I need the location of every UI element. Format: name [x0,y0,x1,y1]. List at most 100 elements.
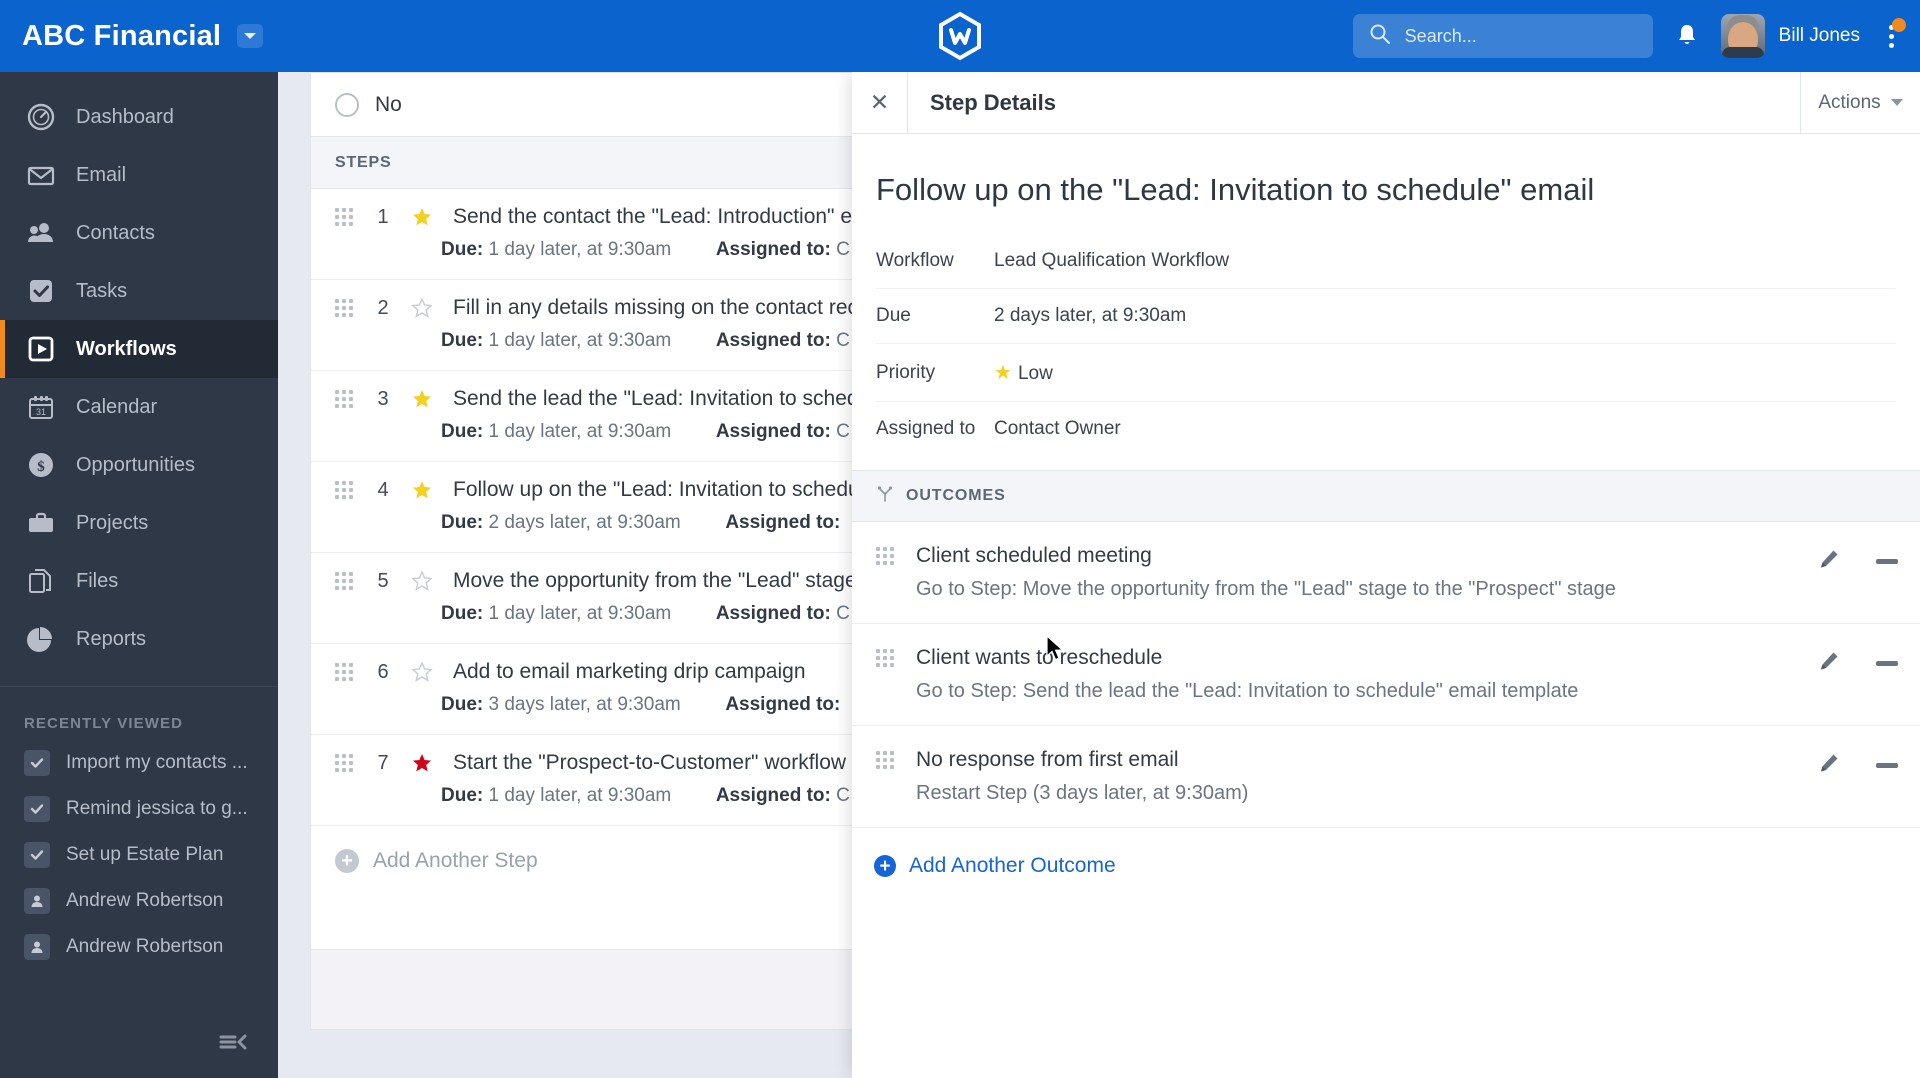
step-number: 6 [377,660,389,683]
sidebar-item-label: Contacts [76,221,155,244]
minus-icon[interactable] [1876,763,1898,768]
drag-handle-icon[interactable] [335,299,357,317]
drag-handle-icon[interactable] [335,208,357,226]
star-filled-icon[interactable] [409,206,435,228]
step-title: Start the "Prospect-to-Customer" workflo… [453,751,847,774]
recent-item-estate-plan[interactable]: Set up Estate Plan [0,832,278,878]
sidebar-item-projects[interactable]: Projects [0,494,278,552]
bell-icon[interactable] [1671,18,1703,54]
sidebar-item-tasks[interactable]: Tasks [0,262,278,320]
page-title: Step Details [930,89,1056,115]
star-outline-icon[interactable] [409,297,435,319]
step-number: 2 [377,296,389,319]
recent-item-import-contacts[interactable]: Import my contacts ... [0,740,278,786]
drag-handle-icon[interactable] [876,649,898,667]
drag-handle-icon[interactable] [335,754,357,772]
due-value: 1 day later, at 9:30am [488,330,672,351]
minus-icon[interactable] [1876,559,1898,564]
outcome-subtitle: Restart Step (3 days later, at 9:30am) [916,782,1249,804]
sidebar-item-files[interactable]: Files [0,552,278,610]
due-value: 1 day later, at 9:30am [488,603,672,624]
step-details-title: Follow up on the "Lead: Invitation to sc… [876,172,1595,207]
outcomes-section-header: OUTCOMES [852,470,1920,522]
sidebar-item-reports[interactable]: Reports [0,610,278,668]
step-title: Fill in any details missing on the conta… [453,296,877,319]
pencil-icon[interactable] [1818,650,1840,677]
search-input[interactable]: Search... [1352,14,1653,58]
user-menu[interactable]: Bill Jones [1720,14,1860,58]
assigned-label: Assigned to: [725,512,841,533]
recent-item-label: Set up Estate Plan [66,844,224,865]
star-outline-icon[interactable] [409,570,435,592]
check-icon [24,842,50,868]
list-item[interactable]: Client scheduled meeting Go to Step: Mov… [852,522,1920,624]
sidebar-item-dashboard[interactable]: Dashboard [0,88,278,146]
mouse-cursor [1046,634,1066,668]
outcome-title: Client wants to reschedule [916,646,1163,669]
assigned-value: C [836,421,850,442]
drag-handle-icon[interactable] [335,572,357,590]
star-filled-red-icon[interactable] [409,752,435,774]
due-value: 3 days later, at 9:30am [488,694,681,715]
assigned-label: Assigned to: [715,421,831,442]
step-number: 7 [377,751,389,774]
brand-name: ABC Financial [22,19,222,52]
sidebar-item-label: Workflows [76,337,177,360]
field-key: Priority [876,343,994,402]
recent-item-label: Andrew Robertson [66,936,224,957]
star-outline-icon[interactable] [409,661,435,683]
drag-handle-icon[interactable] [876,547,898,565]
drag-handle-icon[interactable] [335,390,357,408]
list-item[interactable]: Client wants to reschedule Go to Step: S… [852,624,1920,726]
due-value: 2 days later, at 9:30am [488,512,681,533]
sidebar-item-opportunities[interactable]: $ Opportunities [0,436,278,494]
kebab-menu-icon[interactable] [1878,14,1906,58]
check-icon [24,750,50,776]
sidebar-item-label: Opportunities [76,453,195,476]
close-icon[interactable]: ✕ [852,72,908,133]
recent-item-label: Remind jessica to g... [66,798,248,819]
sidebar-item-workflows[interactable]: Workflows [0,320,278,378]
chevron-down-icon[interactable] [237,24,264,48]
recent-item-contact-2[interactable]: Andrew Robertson [0,924,278,970]
brand-area[interactable]: ABC Financial [0,20,278,53]
sidebar-item-email[interactable]: Email [0,146,278,204]
step-details-body: Follow up on the "Lead: Invitation to sc… [852,134,1920,456]
star-filled-icon[interactable] [409,388,435,410]
sidebar-item-contacts[interactable]: Contacts [0,204,278,262]
pencil-icon[interactable] [1818,548,1840,575]
recent-item-contact-1[interactable]: Andrew Robertson [0,878,278,924]
user-name: Bill Jones [1778,25,1860,46]
step-number: 4 [377,478,389,501]
minus-icon[interactable] [1876,661,1898,666]
field-value: Low [1017,363,1053,384]
sidebar-item-calendar[interactable]: 31 Calendar [0,378,278,436]
radio-icon[interactable] [335,92,359,117]
field-value: Lead Qualification Workflow [994,234,1896,289]
notification-badge [1892,18,1906,32]
field-row-workflow: Workflow Lead Qualification Workflow [876,234,1896,289]
star-filled-icon[interactable] [409,479,435,501]
sidebar-item-label: Calendar [76,395,158,418]
collapse-sidebar-icon[interactable] [218,1030,248,1059]
drag-handle-icon[interactable] [335,663,357,681]
list-item[interactable]: No response from first email Restart Ste… [852,726,1920,828]
field-key: Assigned to [876,418,976,439]
sidebar-item-label: Dashboard [76,105,174,128]
actions-label: Actions [1818,91,1881,113]
recent-item-remind-jessica[interactable]: Remind jessica to g... [0,786,278,832]
sidebar-nav: Dashboard Email Contacts Tasks Workflows… [0,72,278,970]
actions-dropdown[interactable]: Actions [1800,72,1920,133]
sidebar-item-label: Tasks [76,279,128,302]
drag-handle-icon[interactable] [876,751,898,769]
assigned-value: C [836,330,850,351]
search-icon [1369,23,1391,50]
add-another-outcome-button[interactable]: + Add Another Outcome [852,828,1920,878]
drag-handle-icon[interactable] [335,481,357,499]
due-value: 1 day later, at 9:30am [488,421,672,442]
step-number: 3 [377,387,389,410]
pencil-icon[interactable] [1818,752,1840,779]
outcomes-label: OUTCOMES [906,487,1006,504]
chevron-down-icon [1890,99,1903,106]
sidebar-item-label: Files [76,569,119,592]
